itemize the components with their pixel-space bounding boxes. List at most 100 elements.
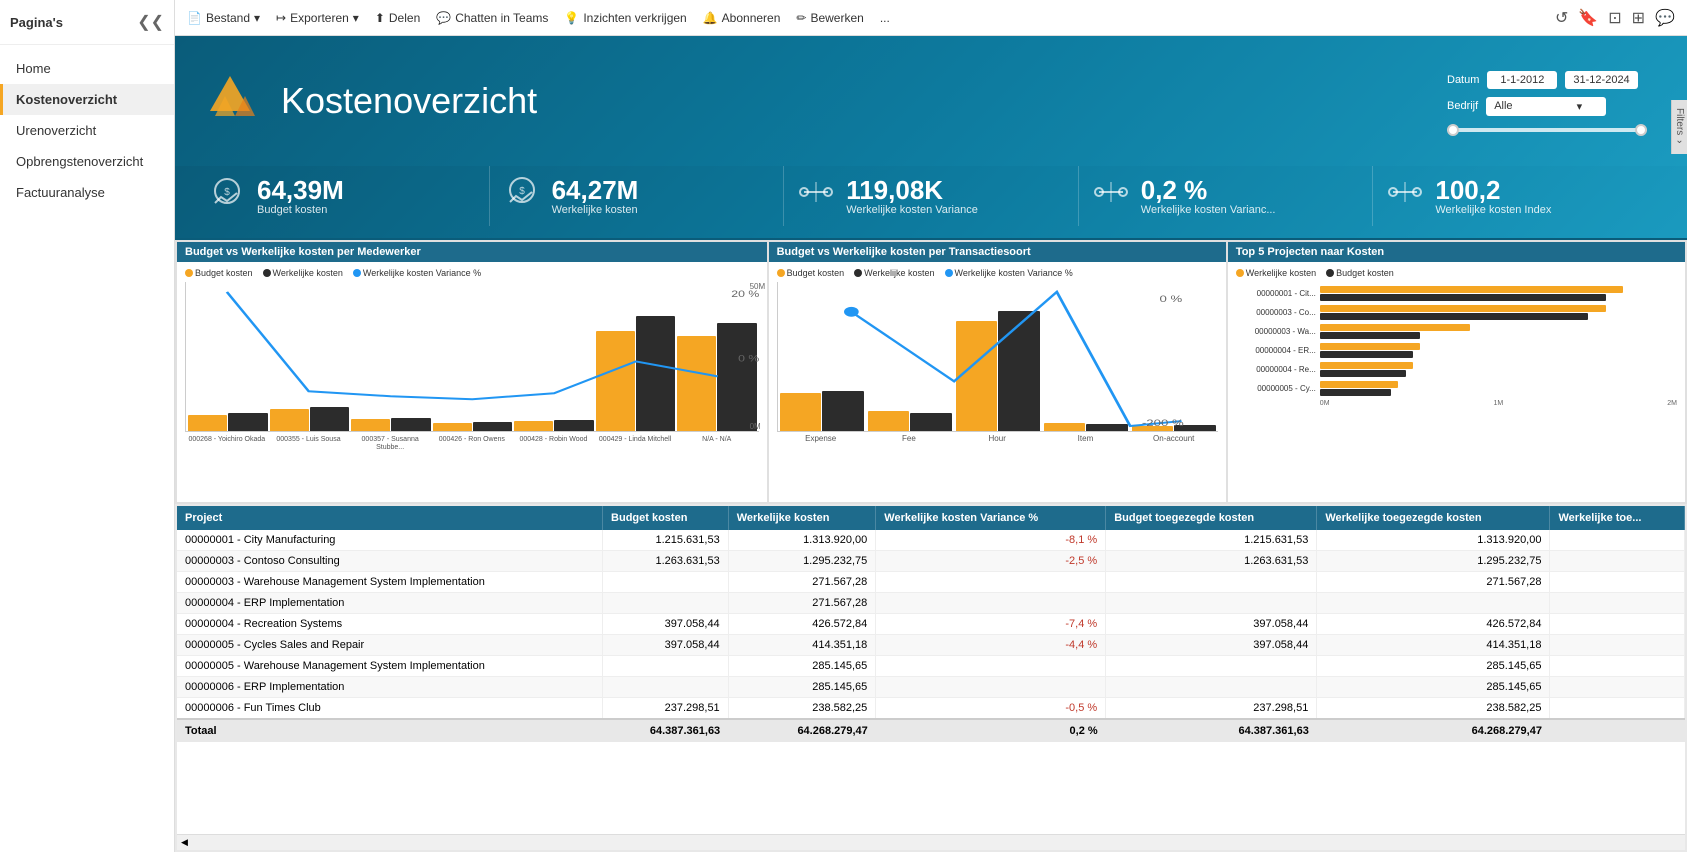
variance-pct-icon <box>1091 174 1131 218</box>
totaal-werkelijk: 64.268.279,47 <box>728 719 876 742</box>
toolbar-bewerken[interactable]: ✏ Bewerken <box>796 11 863 25</box>
svg-text:$: $ <box>519 186 525 197</box>
chart-transactiesoort-title: Budget vs Werkelijke kosten per Transact… <box>769 242 1226 262</box>
datum-end-input[interactable]: 31-12-2024 <box>1565 71 1637 89</box>
filters-label: Filters <box>1674 108 1685 135</box>
topbar-actions: ↺ 🔖 ⊡ ⊞ 💬 <box>1555 8 1675 28</box>
company-logo <box>195 71 265 131</box>
toolbar-inzichten[interactable]: 💡 Inzichten verkrijgen <box>564 11 686 25</box>
hbar-axis: 0M 1M 2M <box>1236 400 1677 407</box>
toolbar-more[interactable]: ... <box>880 11 890 25</box>
kpi-index: 100,2 Werkelijke kosten Index <box>1373 166 1667 226</box>
data-table: Project Budget kosten Werkelijke kosten … <box>177 506 1685 742</box>
totaal-budget-toegezegd: 64.387.361,63 <box>1106 719 1317 742</box>
col-budget-kosten: Budget kosten <box>603 506 729 530</box>
kpi-index-label: Werkelijke kosten Index <box>1435 204 1551 216</box>
toolbar: 📄 Bestand ▾ ↦ Exporteren ▾ ⬆ Delen 💬 Cha… <box>175 0 1687 36</box>
slider-right-thumb[interactable] <box>1635 124 1647 136</box>
kpi-budget-kosten: $ 64,39M Budget kosten <box>195 166 490 226</box>
fullscreen-icon[interactable]: ⊡ <box>1608 8 1621 28</box>
kpi-werkelijk-label: Werkelijke kosten <box>552 204 639 216</box>
budget-kosten-icon: $ <box>207 175 247 218</box>
sidebar-item-opbrengstenoverzicht[interactable]: Opbrengstenoverzicht <box>0 146 174 177</box>
chat-icon[interactable]: 💬 <box>1655 8 1675 28</box>
sidebar-item-urenoverzicht[interactable]: Urenoverzicht <box>0 115 174 146</box>
table-row: 00000004 - ERP Implementation 271.567,28 <box>177 593 1685 614</box>
hbar-row-2: 00000003 - Co... <box>1236 305 1677 320</box>
kpi-werkelijk-value: 64,27M <box>552 176 639 205</box>
sidebar-collapse-button[interactable]: ❮❮ <box>137 12 164 32</box>
toolbar-delen[interactable]: ⬆ Delen <box>375 11 420 25</box>
insights-icon: 💡 <box>564 11 579 25</box>
hbar-row-1: 00000001 - Cit... <box>1236 286 1677 301</box>
kpi-budget-value: 64,39M <box>257 176 344 205</box>
hbar-row-3: 00000003 - Wa... <box>1236 324 1677 339</box>
table-row: 00000004 - Recreation Systems 397.058,44… <box>177 614 1685 635</box>
toolbar-exporteren[interactable]: ↦ Exporteren ▾ <box>276 11 359 25</box>
hbar-row-5: 00000004 - Re... <box>1236 362 1677 377</box>
view-icon[interactable]: ⊞ <box>1632 8 1645 28</box>
kpi-budget-label: Budget kosten <box>257 204 344 216</box>
sidebar-item-factuuranalyse[interactable]: Factuuranalyse <box>0 177 174 208</box>
table-row: 00000006 - Fun Times Club 237.298,51 238… <box>177 698 1685 720</box>
kpi-variance-pct: 0,2 % Werkelijke kosten Varianc... <box>1079 166 1374 226</box>
table-wrapper[interactable]: Project Budget kosten Werkelijke kosten … <box>177 506 1685 834</box>
kpi-werkelijke-kosten: $ 64,27M Werkelijke kosten <box>490 166 785 226</box>
totaal-label: Totaal <box>177 719 603 742</box>
hbar-row-4: 00000004 - ER... <box>1236 343 1677 358</box>
table-row: 00000005 - Cycles Sales and Repair 397.0… <box>177 635 1685 656</box>
chart-medewerker: Budget vs Werkelijke kosten per Medewerk… <box>177 242 767 502</box>
chart-top5-title: Top 5 Projecten naar Kosten <box>1228 242 1685 262</box>
col-werkelijke-kosten: Werkelijke kosten <box>728 506 876 530</box>
kpi-index-value: 100,2 <box>1435 176 1551 205</box>
chevron-down-icon: ▾ <box>254 11 260 25</box>
chart-top5: Top 5 Projecten naar Kosten Werkelijke k… <box>1228 242 1685 502</box>
bookmark-icon[interactable]: 🔖 <box>1578 8 1598 28</box>
edit-icon: ✏ <box>796 11 806 25</box>
sidebar-nav: Home Kostenoverzicht Urenoverzicht Opbre… <box>0 45 174 216</box>
chart-transactiesoort-legend: Budget kosten Werkelijke kosten Werkelij… <box>777 268 1218 278</box>
kpi-row: $ 64,39M Budget kosten $ 64,27M Werkelij… <box>175 166 1687 240</box>
datum-label: Datum <box>1447 74 1479 86</box>
totaal-extra <box>1550 719 1685 742</box>
charts-row: Budget vs Werkelijke kosten per Medewerk… <box>175 240 1687 504</box>
chevron-down-icon-bedrijf: ▾ <box>1577 100 1583 113</box>
sidebar-item-home[interactable]: Home <box>0 53 174 84</box>
file-icon: 📄 <box>187 11 202 25</box>
slider-left-thumb[interactable] <box>1447 124 1459 136</box>
table-totaal-row: Totaal 64.387.361,63 64.268.279,47 0,2 %… <box>177 719 1685 742</box>
refresh-icon[interactable]: ↺ <box>1555 8 1568 28</box>
banner-filters: Datum 1-1-2012 31-12-2024 Bedrijf Alle ▾ <box>1447 71 1647 132</box>
share-icon: ⬆ <box>375 11 385 25</box>
hbar-row-6: 00000005 - Cy... <box>1236 381 1677 396</box>
filters-panel[interactable]: Filters ⌄ <box>1671 100 1687 154</box>
kpi-index-info: 100,2 Werkelijke kosten Index <box>1435 176 1551 217</box>
col-werkelijk-toegezegd: Werkelijke toegezegde kosten <box>1317 506 1550 530</box>
filters-arrow-icon: ⌄ <box>1674 135 1685 146</box>
datum-start-input[interactable]: 1-1-2012 <box>1487 71 1557 89</box>
werkelijke-kosten-icon: $ <box>502 174 542 218</box>
variance-abs-icon <box>796 174 836 218</box>
chevron-down-icon-export: ▾ <box>353 11 359 25</box>
table-row: 00000001 - City Manufacturing 1.215.631,… <box>177 530 1685 551</box>
chart-transactiesoort: Budget vs Werkelijke kosten per Transact… <box>769 242 1226 502</box>
toolbar-chatten[interactable]: 💬 Chatten in Teams <box>436 11 548 25</box>
date-slider <box>1447 128 1647 132</box>
report-banner: Kostenoverzicht Datum 1-1-2012 31-12-202… <box>175 36 1687 166</box>
chart-medewerker-title: Budget vs Werkelijke kosten per Medewerk… <box>177 242 767 262</box>
teams-icon: 💬 <box>436 11 451 25</box>
sidebar-item-kostenoverzicht[interactable]: Kostenoverzicht <box>0 84 174 115</box>
sidebar-header: Pagina's ❮❮ <box>0 0 174 45</box>
main-content: 📄 Bestand ▾ ↦ Exporteren ▾ ⬆ Delen 💬 Cha… <box>175 0 1687 852</box>
bedrijf-dropdown[interactable]: Alle ▾ <box>1486 97 1606 116</box>
sidebar: Pagina's ❮❮ Home Kostenoverzicht Urenove… <box>0 0 175 852</box>
kpi-variance-abs-label: Werkelijke kosten Variance <box>846 204 978 216</box>
report-area: Kostenoverzicht Datum 1-1-2012 31-12-202… <box>175 36 1687 852</box>
kpi-variance-pct-label: Werkelijke kosten Varianc... <box>1141 204 1276 216</box>
toolbar-abonneren[interactable]: 🔔 Abonneren <box>703 11 781 25</box>
totaal-werkelijk-toegezegd: 64.268.279,47 <box>1317 719 1550 742</box>
table-scroll-indicator[interactable]: ◀ <box>177 834 1685 850</box>
col-variance-pct: Werkelijke kosten Variance % <box>876 506 1106 530</box>
toolbar-bestand[interactable]: 📄 Bestand ▾ <box>187 11 260 25</box>
table-row: 00000005 - Warehouse Management System I… <box>177 656 1685 677</box>
